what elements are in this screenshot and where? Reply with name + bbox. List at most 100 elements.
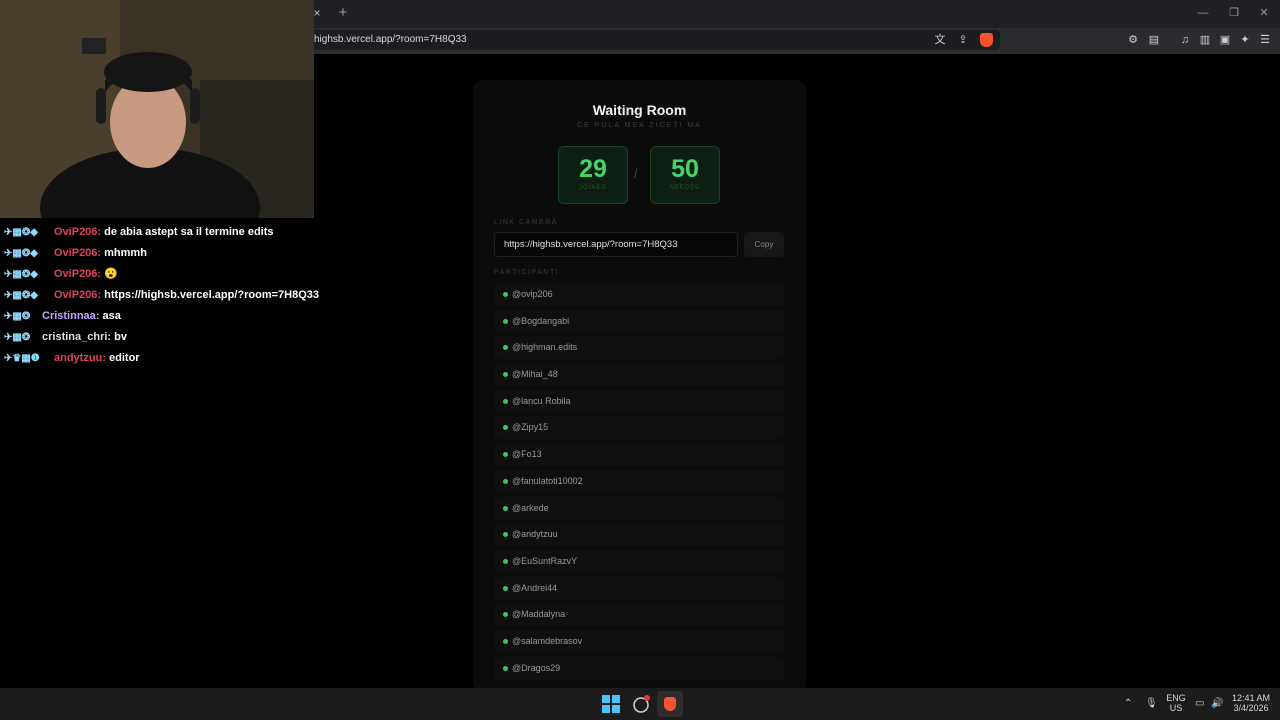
chat-username: cristina_chri: <box>42 331 112 343</box>
page-subtitle: CE PULA MEA ZICETI MA <box>577 122 702 129</box>
chat-badges-icon: ✈▦❂◆ <box>4 227 38 238</box>
brave-taskbar-button[interactable] <box>657 691 683 717</box>
participants-section-label: PARTICIPANȚI <box>494 269 560 276</box>
participant-name: @highman.edits <box>512 342 578 353</box>
new-tab-icon[interactable]: + <box>336 5 350 21</box>
participant-name: @Zipy15 <box>512 422 549 433</box>
participant-name: @fanulatoti10002 <box>512 475 583 486</box>
participant-name: @Dragos29 <box>512 662 561 673</box>
participant-name: @andytzuu <box>512 529 558 540</box>
counter-separator: / <box>634 166 638 181</box>
chat-username: OviP206: <box>54 247 102 259</box>
online-dot <box>503 425 508 431</box>
online-dot <box>503 558 508 564</box>
participant-list: @ovip206 @Bogdangabi @highman.edits @Mih… <box>494 283 784 687</box>
participant-item: @arkede <box>494 496 784 520</box>
online-dot <box>503 398 508 404</box>
chat-badges-icon: ✈▦❂ <box>4 311 31 322</box>
volume-icon[interactable]: 🔊 <box>1211 698 1223 709</box>
address-bar-url[interactable]: highsb.vercel.app/?room=7H8Q33 <box>314 34 467 45</box>
reader-icon[interactable]: ▤ <box>1147 33 1161 47</box>
online-dot <box>503 452 508 458</box>
online-dot <box>503 372 508 378</box>
chat-message: ✈▦❂ cristina_chri: bv <box>4 330 334 351</box>
chat-username: Cristinnaa: <box>42 310 100 322</box>
brave-shields-icon[interactable] <box>980 33 993 47</box>
needed-count: 50 <box>671 155 699 183</box>
online-dot <box>503 532 508 538</box>
windows-start-icon[interactable] <box>602 695 620 713</box>
minimize-icon[interactable]: — <box>1193 6 1213 20</box>
participant-name: @salamdebrasov <box>512 635 583 646</box>
chat-text: editor <box>109 352 140 364</box>
chat-text: mhmmh <box>104 247 147 259</box>
leo-icon[interactable]: ✦ <box>1238 33 1252 47</box>
online-dot <box>503 585 508 591</box>
room-link-input[interactable] <box>494 232 738 257</box>
share-icon[interactable]: ⇪ <box>956 33 970 47</box>
participant-item: @Fo13 <box>494 443 784 467</box>
participant-item: @highman.edits <box>494 336 784 360</box>
clock-time: 12:41 AM <box>1231 693 1271 703</box>
obs-app-icon[interactable] <box>632 694 652 714</box>
microphone-icon[interactable]: 🎙 <box>1145 698 1158 709</box>
wallet-icon[interactable]: ▣ <box>1218 33 1232 47</box>
participant-item: @Maddalyna <box>494 603 784 627</box>
chat-text: https://highsb.vercel.app/?room=7H8Q33 <box>104 289 320 301</box>
participant-name: @Maddalyna <box>512 609 566 620</box>
chat-username: OviP206: <box>54 289 102 301</box>
clock-date: 3/4/2026 <box>1233 703 1269 713</box>
restore-icon[interactable]: ❐ <box>1224 6 1244 20</box>
chat-overlay: ✈▦❂◆ OviP206: de abia astept sa il termin… <box>4 225 334 372</box>
needed-label: NEEDED <box>669 185 701 191</box>
joined-counter: 29 JOINED <box>558 146 628 204</box>
chat-text: bv <box>114 331 127 343</box>
participant-name: @ovip206 <box>512 289 553 299</box>
online-dot <box>503 505 508 511</box>
chat-message: ✈♛▦❶ andytzuu: editor <box>4 351 334 372</box>
chat-message: ✈▦❂◆ OviP206: 😮 <box>4 267 334 288</box>
participant-name: @Andrei44 <box>512 582 558 593</box>
menu-icon[interactable]: ☰ <box>1258 33 1272 47</box>
translate-icon[interactable]: 文 <box>933 33 947 47</box>
webcam-overlay <box>0 0 314 218</box>
extensions-icon[interactable]: ⚙ <box>1126 33 1140 47</box>
participant-item: @ovip206 <box>494 283 784 306</box>
chat-username: OviP206: <box>54 226 102 238</box>
close-window-icon[interactable]: ✕ <box>1254 6 1274 20</box>
chat-message: ✈▦❂◆ OviP206: de abia astept sa il termin… <box>4 225 334 246</box>
chat-badges-icon: ✈▦❂◆ <box>4 290 38 301</box>
copy-button[interactable]: Copy <box>744 232 784 257</box>
chat-text: 😮 <box>104 268 118 280</box>
online-dot <box>503 478 508 484</box>
participant-item: @Andrei44 <box>494 576 784 600</box>
clock[interactable]: 12:41 AM 3/4/2026 <box>1231 693 1271 713</box>
participant-item: @fanulatoti10002 <box>494 469 784 493</box>
online-dot <box>503 638 508 644</box>
chat-badges-icon: ✈▦❂◆ <box>4 248 38 259</box>
sidebar-icon[interactable]: ▥ <box>1198 33 1212 47</box>
chat-badges-icon: ✈▦❂ <box>4 332 31 343</box>
participant-name: @lancu Robila <box>512 395 571 406</box>
network-icon[interactable]: ▭ <box>1195 698 1204 709</box>
link-section-label: LINK CAMERĂ <box>494 219 558 226</box>
language-indicator[interactable]: ENG US <box>1166 693 1186 713</box>
needed-counter: 50 NEEDED <box>650 146 720 204</box>
online-dot <box>503 665 508 671</box>
chat-text: de abia astept sa il termine edits <box>104 226 274 238</box>
region-code: US <box>1169 703 1183 713</box>
chat-text: asa <box>102 310 121 322</box>
language-code: ENG <box>1166 693 1186 703</box>
media-icon[interactable]: ♫ <box>1178 33 1192 47</box>
online-dot <box>503 345 508 351</box>
participant-item: @Mihai_48 <box>494 363 784 387</box>
chat-message: ✈▦❂ Cristinnaa: asa <box>4 309 334 330</box>
participant-name: @EuSuntRazvY <box>512 555 578 566</box>
tray-overflow-icon[interactable]: ⌃ <box>1124 698 1132 709</box>
chat-username: andytzuu: <box>54 352 106 364</box>
participant-name: @Mihai_48 <box>512 369 558 380</box>
participant-item: @andytzuu <box>494 523 784 547</box>
chat-badges-icon: ✈▦❂◆ <box>4 269 38 280</box>
participant-item: @EuSuntRazvY <box>494 549 784 573</box>
online-dot <box>503 318 508 324</box>
